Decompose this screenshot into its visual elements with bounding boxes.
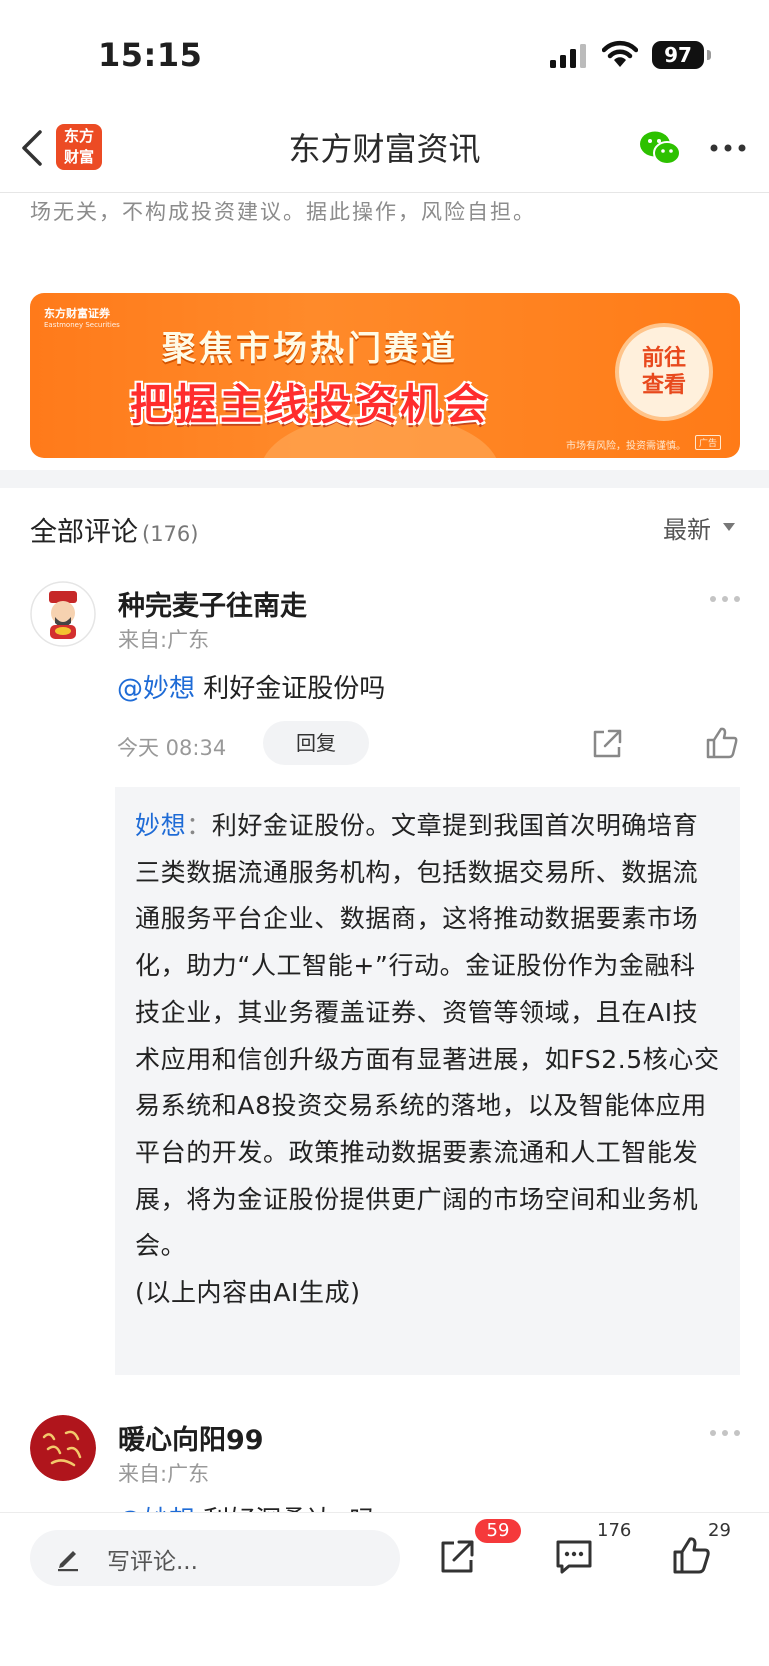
comment-count: 176 <box>597 1520 632 1541</box>
sort-dropdown[interactable]: 最新 <box>663 510 711 545</box>
battery-tip <box>707 50 711 60</box>
quote-footer: (以上内容由AI生成) <box>135 1278 361 1308</box>
caret-down-icon[interactable] <box>723 523 735 531</box>
quote-separator: ： <box>186 811 212 840</box>
avatar-image <box>30 581 96 647</box>
ad-tag: 广告 <box>695 435 722 450</box>
share-icon[interactable] <box>437 1537 477 1577</box>
pencil-icon <box>58 1551 78 1572</box>
status-time: 15:15 <box>98 36 203 74</box>
banner-subheadline: 把握主线投资机会 <box>129 380 490 429</box>
comment-text: @妙想 利好金证股份吗 <box>117 668 385 705</box>
comment-icon[interactable] <box>554 1537 594 1577</box>
banner-headline: 聚焦市场热门赛道 <box>162 329 458 369</box>
reply-button[interactable]: 回复 <box>263 721 369 765</box>
avatar[interactable] <box>30 581 96 647</box>
banner-brand-name: 东方财富证券 <box>44 307 110 320</box>
banner-cta-line1: 前往 <box>641 346 686 371</box>
battery-indicator: 97 <box>652 41 704 69</box>
thumbs-up-icon[interactable] <box>704 725 740 761</box>
avatar[interactable] <box>30 1415 96 1481</box>
quote-author-link[interactable]: 妙想 <box>135 811 186 840</box>
comment-username[interactable]: 暖心向阳99 <box>118 1418 264 1457</box>
banner-cta-button[interactable]: 前往 查看 <box>615 323 713 421</box>
cellular-signal-icon <box>550 44 586 68</box>
comments-title: 全部评论 (176) <box>30 510 198 549</box>
section-divider <box>0 470 769 488</box>
like-count: 29 <box>708 1520 731 1541</box>
comment-username[interactable]: 种完麦子往南走 <box>118 584 307 623</box>
avatar-image <box>30 1415 96 1481</box>
wifi-icon <box>602 40 638 67</box>
like-icon[interactable] <box>670 1535 712 1577</box>
comment-input-placeholder[interactable]: 写评论... <box>107 1542 198 1576</box>
banner-risk-note: 市场有风险，投资需谨慎。 <box>566 441 686 452</box>
comment-input[interactable] <box>30 1530 400 1586</box>
more-options-icon[interactable] <box>708 138 748 158</box>
comment-timestamp: 今天 08:34 <box>117 736 227 760</box>
share-count-badge: 59 <box>475 1519 521 1543</box>
comment-location: 来自:广东 <box>118 1462 210 1486</box>
article-disclaimer: 场无关，不构成投资建议。据此操作，风险自担。 <box>30 200 536 224</box>
share-icon[interactable] <box>590 727 624 761</box>
wechat-share-icon[interactable] <box>638 128 682 168</box>
ai-reply-quote: 妙想：利好金证股份。文章提到我国首次明确培育三类数据流通服务机构，包括数据交易所… <box>115 787 740 1375</box>
banner-cta-line2: 查看 <box>641 373 686 398</box>
comment-mention-link[interactable]: @妙想 <box>117 674 195 704</box>
comments-title-label: 全部评论 <box>30 517 138 548</box>
comment-location: 来自:广东 <box>118 628 210 652</box>
quote-text: 利好金证股份。文章提到我国首次明确培育三类数据流通服务机构，包括数据交易所、数据… <box>135 811 720 1261</box>
comment-body: 利好金证股份吗 <box>195 674 386 704</box>
comment-more-icon[interactable] <box>709 594 741 604</box>
comments-count: (176) <box>142 522 199 546</box>
promo-banner[interactable]: 东方财富证券 Eastmoney Securities 聚焦市场热门赛道 把握主… <box>30 293 740 458</box>
comment-more-icon[interactable] <box>709 1428 741 1438</box>
